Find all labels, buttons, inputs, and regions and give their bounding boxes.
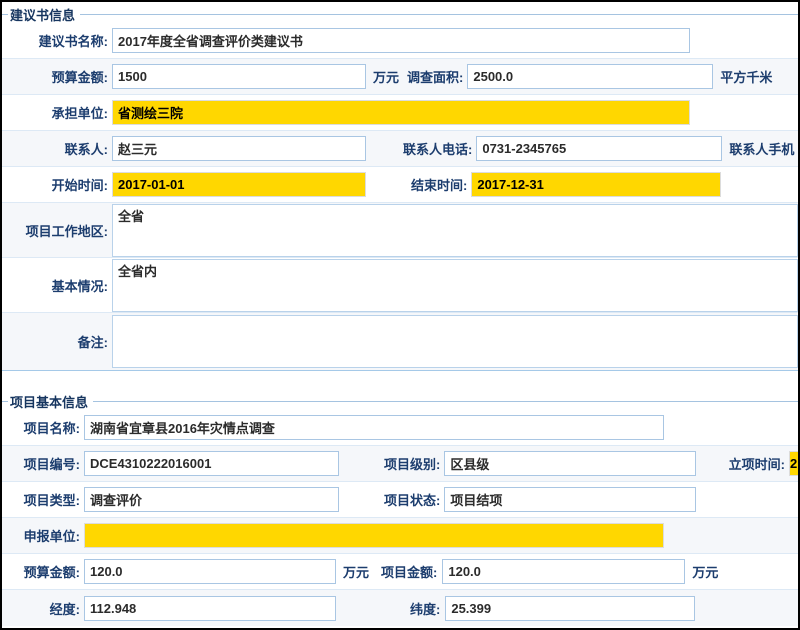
project-budget-label: 预算金额: [2,562,80,581]
survey-area-unit: 平方千米 [720,67,772,86]
coordinates-row: 经度: 纬度: [2,590,798,626]
project-type-label: 项目类型: [2,490,80,509]
undertaker-label: 承担单位: [2,103,108,122]
project-info-section: 项目基本信息 项目名称: 项目编号: 项目级别: 立项时间: 2 项目类型: 项… [2,389,798,626]
remarks-row: 备注: [2,313,798,370]
survey-area-field[interactable] [467,64,713,89]
project-type-row: 项目类型: 项目状态: [2,482,798,518]
dates-row: 开始时间: 结束时间: [2,167,798,203]
proposal-name-field[interactable] [112,28,690,53]
contact-label: 联系人: [2,139,108,158]
contact-field[interactable] [112,136,366,161]
project-amount-field[interactable] [442,559,685,584]
remarks-textarea[interactable] [112,315,798,368]
project-amount-label: 项目金额: [381,562,437,581]
latitude-field[interactable] [445,596,695,621]
remarks-label: 备注: [2,332,108,351]
contact-phone-label: 联系人电话: [403,139,472,158]
project-level-field[interactable] [444,451,696,476]
budget-area-row: 预算金额: 万元 调查面积: 平方千米 [2,59,798,95]
basic-info-textarea[interactable] [112,259,798,312]
section-gap [2,371,798,389]
project-type-field[interactable] [84,487,339,512]
form-page: 建议书信息 建议书名称: 预算金额: 万元 调查面积: 平方千米 承担单位: 联… [0,0,800,630]
project-status-label: 项目状态: [384,490,440,509]
project-amount-unit: 万元 [692,562,718,581]
applicant-field[interactable] [84,523,664,548]
work-area-row: 项目工作地区: [2,203,798,258]
approval-time-field[interactable]: 2 [789,451,798,476]
legend-rule-line [93,401,798,402]
undertaker-row: 承担单位: [2,95,798,131]
proposal-name-label: 建议书名称: [2,31,108,50]
work-area-textarea[interactable] [112,204,798,257]
survey-area-label: 调查面积: [407,67,463,86]
end-date-label: 结束时间: [411,175,467,194]
basic-info-row: 基本情况: [2,258,798,313]
project-name-row: 项目名称: [2,410,798,446]
proposal-section-legend: 建议书信息 [2,2,798,23]
project-code-row: 项目编号: 项目级别: 立项时间: 2 [2,446,798,482]
project-section-legend: 项目基本信息 [2,389,798,410]
project-code-label: 项目编号: [2,454,80,473]
latitude-label: 纬度: [410,599,440,618]
longitude-label: 经度: [2,599,80,618]
project-level-label: 项目级别: [384,454,440,473]
work-area-label: 项目工作地区: [2,221,108,240]
project-budget-unit: 万元 [343,562,369,581]
proposal-budget-unit: 万元 [373,67,399,86]
start-date-field[interactable] [112,172,366,197]
contact-phone-field[interactable] [476,136,722,161]
project-name-label: 项目名称: [2,418,80,437]
proposal-section-title: 建议书信息 [8,5,80,24]
project-budget-field[interactable] [84,559,336,584]
proposal-info-section: 建议书信息 建议书名称: 预算金额: 万元 调查面积: 平方千米 承担单位: 联… [2,2,798,371]
project-section-title: 项目基本信息 [8,392,93,411]
start-date-label: 开始时间: [2,175,108,194]
end-date-field[interactable] [471,172,721,197]
approval-time-label: 立项时间: [729,454,785,473]
applicant-row: 申报单位: [2,518,798,554]
project-code-field[interactable] [84,451,339,476]
proposal-budget-label: 预算金额: [2,67,108,86]
project-name-field[interactable] [84,415,664,440]
contact-row: 联系人: 联系人电话: 联系人手机 [2,131,798,167]
legend-rule-line [80,14,798,15]
applicant-label: 申报单位: [2,526,80,545]
basic-info-label: 基本情况: [2,276,108,295]
proposal-budget-field[interactable] [112,64,366,89]
longitude-field[interactable] [84,596,336,621]
project-budget-row: 预算金额: 万元 项目金额: 万元 [2,554,798,590]
project-status-field[interactable] [444,487,696,512]
contact-mobile-label: 联系人手机 [729,139,794,158]
undertaker-field[interactable] [112,100,690,125]
proposal-name-row: 建议书名称: [2,23,798,59]
